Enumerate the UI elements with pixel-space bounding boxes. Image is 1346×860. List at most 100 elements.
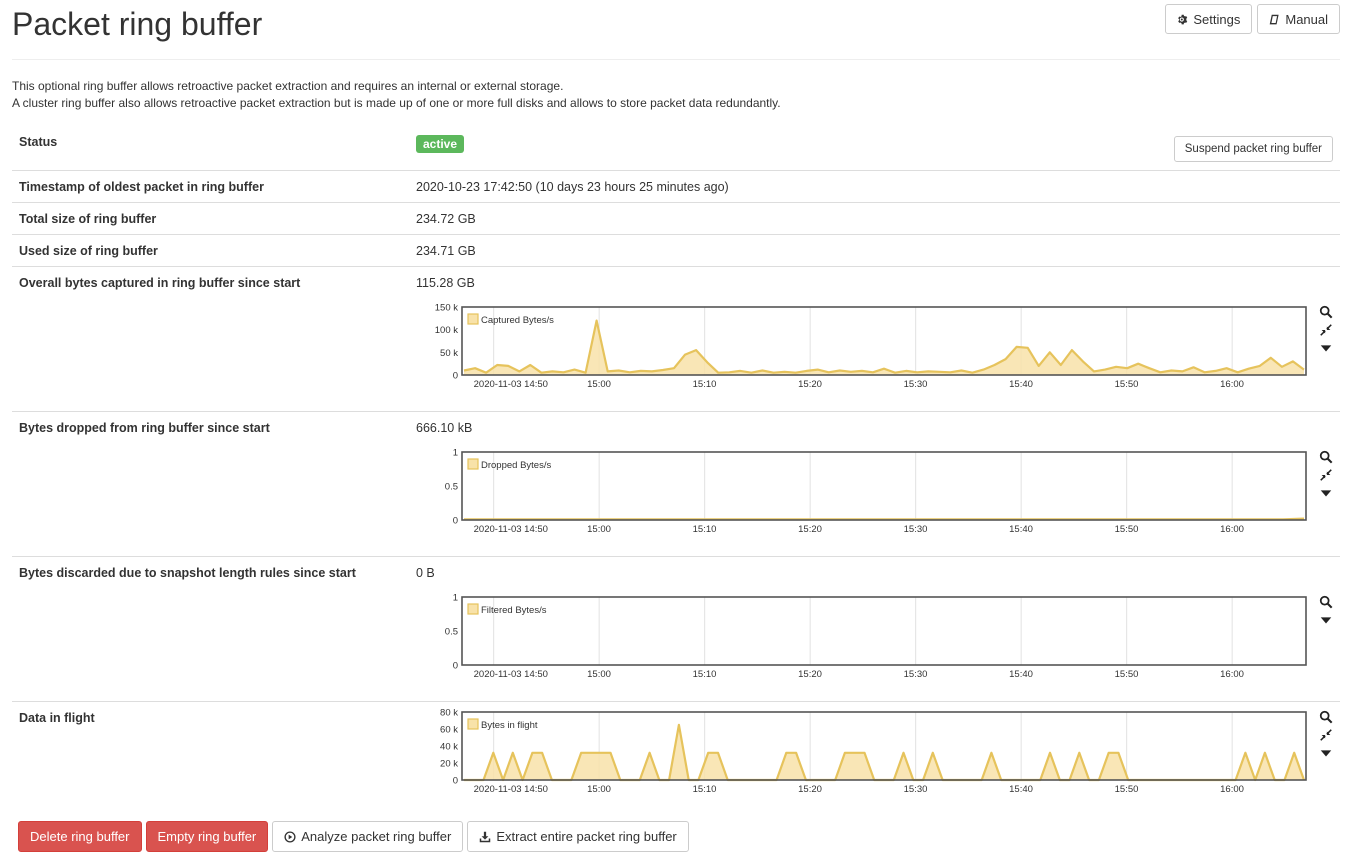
plot-border [461,596,1307,666]
intro-line-2: A cluster ring buffer also allows retroa… [12,96,781,110]
legend-label: Dropped Bytes/s [481,460,551,471]
x-tick-label: 16:00 [1220,379,1244,390]
analyze-button[interactable]: Analyze packet ring buffer [272,821,464,852]
x-tick-label: 15:00 [587,669,611,680]
dropped-chart-tools [1312,450,1340,502]
zoom-icon[interactable] [1319,710,1333,726]
x-tick-label: 2020-11-03 14:50 [474,524,548,535]
x-tick-label: 16:00 [1220,784,1244,795]
y-tick-label: 1 [453,593,458,604]
captured-row: Overall bytes captured in ring buffer si… [12,266,1340,411]
x-tick-label: 15:10 [693,379,717,390]
x-tick-label: 15:20 [798,524,822,535]
discarded-chart[interactable]: 2020-11-03 14:50 15:00 15:10 15:20 15:30 15:4… [416,593,1308,690]
delete-ring-buffer-button[interactable]: Delete ring buffer [18,821,142,852]
x-tick-label: 15:50 [1115,524,1139,535]
x-tick-label: 15:40 [1009,669,1033,680]
status-label: Status [19,135,58,149]
zoom-icon[interactable] [1319,305,1333,321]
caret-down-icon[interactable] [1319,486,1333,502]
gear-icon [1177,14,1188,25]
y-tick-label: 150 k [435,303,458,314]
oldest-timestamp-row: Timestamp of oldest packet in ring buffe… [12,170,1340,202]
legend-swatch [467,313,479,325]
settings-label: Settings [1193,11,1241,27]
intro-line-1: This optional ring buffer allows retroac… [12,79,564,93]
status-row: Status active Suspend packet ring buffer [12,126,1340,170]
series-line [464,517,1305,521]
inflight-chart-tools [1312,710,1340,762]
footer-actions: Delete ring buffer Empty ring buffer Ana… [18,821,689,852]
dropped-chart[interactable]: 2020-11-03 14:50 15:00 15:10 15:20 15:30 15:4… [416,448,1308,545]
captured-label: Overall bytes captured in ring buffer si… [19,276,301,290]
x-tick-label: 15:40 [1009,784,1033,795]
total-size-row: Total size of ring buffer 234.72 GB [12,202,1340,234]
extract-button[interactable]: Extract entire packet ring buffer [467,821,689,852]
empty-ring-buffer-button[interactable]: Empty ring buffer [145,821,269,852]
x-tick-label: 15:00 [587,379,611,390]
compress-icon[interactable] [1319,468,1333,484]
y-tick-label: 20 k [440,759,458,770]
legend-label: Bytes in flight [481,720,538,731]
total-size-value: 234.72 GB [416,212,476,226]
x-tick-label: 15:10 [693,524,717,535]
manual-button[interactable]: Manual [1257,4,1340,34]
captured-chart[interactable]: 2020-11-03 14:50 15:00 15:10 15:20 15:30 15:4… [416,303,1308,400]
ring-buffer-table: Status active Suspend packet ring buffer… [12,126,1340,813]
suspend-button[interactable]: Suspend packet ring buffer [1173,136,1333,162]
plot-border [461,451,1307,521]
x-tick-label: 2020-11-03 14:50 [474,784,548,795]
y-tick-label: 40 k [440,742,458,753]
legend-label: Filtered Bytes/s [481,605,547,616]
dropped-row: Bytes dropped from ring buffer since sta… [12,411,1340,556]
legend-swatch [467,603,479,615]
compress-icon[interactable] [1319,728,1333,744]
caret-down-icon[interactable] [1319,746,1333,762]
status-value: active [416,135,465,153]
analyze-label: Analyze packet ring buffer [301,829,452,844]
y-tick-label: 60 k [440,725,458,736]
x-tick-label: 15:30 [904,784,928,795]
legend-swatch [467,458,479,470]
y-tick-label: 0.5 [445,482,458,493]
discarded-value: 0 B [416,566,435,580]
x-tick-label: 15:30 [904,379,928,390]
captured-chart-tools [1312,305,1340,357]
x-tick-label: 15:40 [1009,379,1033,390]
x-tick-label: 16:00 [1220,669,1244,680]
x-tick-label: 15:20 [798,784,822,795]
dropped-value: 666.10 kB [416,421,473,435]
caret-down-icon[interactable] [1319,341,1333,357]
zoom-icon[interactable] [1319,450,1333,466]
inflight-label: Data in flight [19,711,95,725]
play-circle-icon [284,830,296,843]
header-actions: Settings Manual [1165,4,1340,34]
legend-label: Captured Bytes/s [481,315,554,326]
header-divider [12,59,1340,60]
manual-label: Manual [1285,11,1328,27]
compress-icon[interactable] [1319,323,1333,339]
discarded-chart-tools [1312,595,1340,629]
y-tick-label: 100 k [435,325,458,336]
settings-button[interactable]: Settings [1165,4,1253,34]
x-tick-label: 15:40 [1009,524,1033,535]
caret-down-icon[interactable] [1319,613,1333,629]
captured-value: 115.28 GB [416,276,475,290]
x-tick-label: 15:20 [798,669,822,680]
zoom-icon[interactable] [1319,595,1333,611]
y-tick-label: 0 [453,776,458,787]
extract-label: Extract entire packet ring buffer [496,829,677,844]
x-tick-label: 15:10 [693,669,717,680]
y-tick-label: 0.5 [445,627,458,638]
x-tick-label: 15:50 [1115,379,1139,390]
legend-swatch [467,718,479,730]
x-tick-label: 15:20 [798,379,822,390]
inflight-chart[interactable]: 2020-11-03 14:50 15:00 15:10 15:20 15:30 15:4… [416,708,1308,805]
x-tick-label: 15:10 [693,784,717,795]
y-tick-label: 0 [453,371,458,382]
page-title: Packet ring buffer [12,6,263,42]
x-tick-label: 2020-11-03 14:50 [474,669,548,680]
y-tick-label: 1 [453,448,458,459]
dropped-label: Bytes dropped from ring buffer since sta… [19,421,270,435]
used-size-value: 234.71 GB [416,244,476,258]
